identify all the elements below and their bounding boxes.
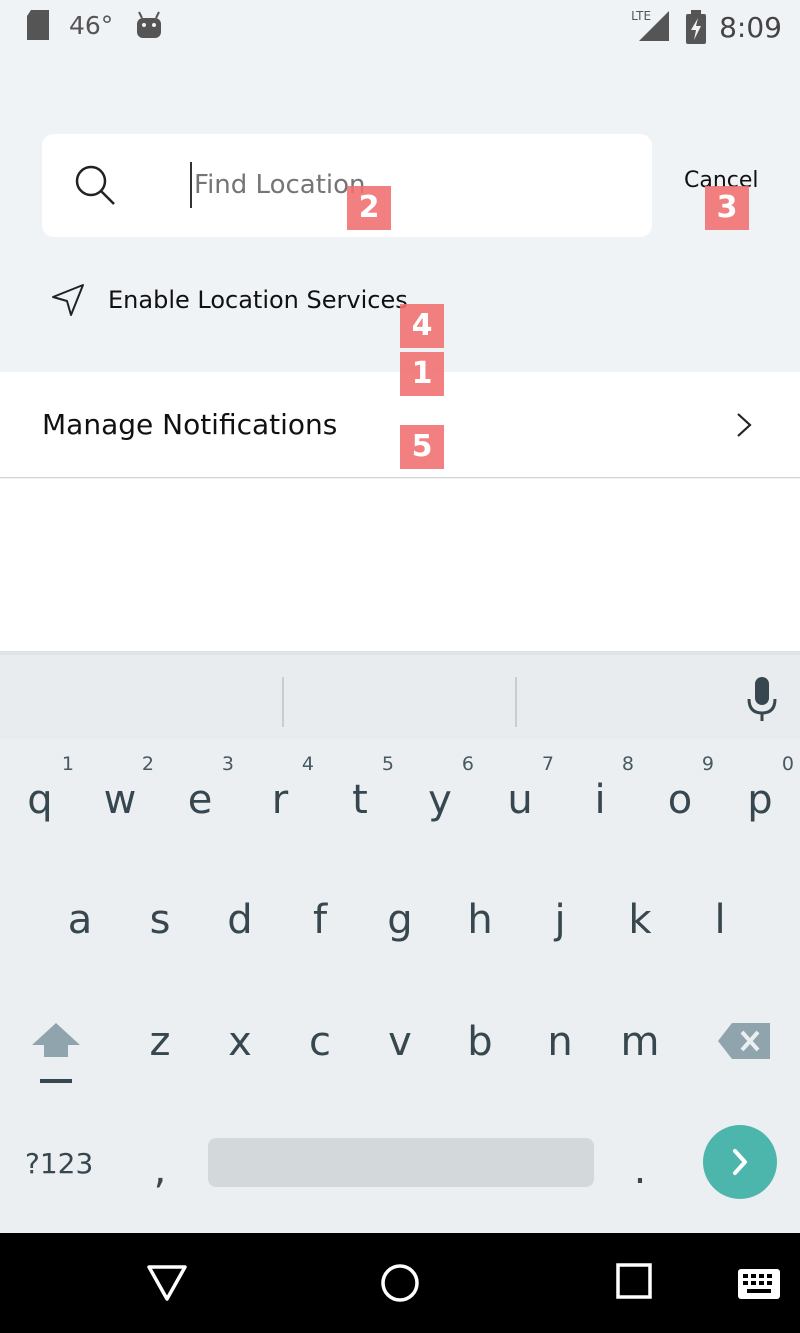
keyboard: 1q 2w 3e 4r 5t 6y 7u 8i 9o 0p a s d f g … bbox=[0, 739, 800, 1233]
key-label: o bbox=[667, 777, 693, 823]
temperature: 46° bbox=[69, 10, 114, 40]
clock: 8:09 bbox=[719, 10, 782, 44]
sd-card-icon bbox=[27, 10, 49, 40]
key-i[interactable]: 8i bbox=[560, 753, 640, 823]
key-hint: 7 bbox=[541, 753, 554, 775]
key-w[interactable]: 2w bbox=[80, 753, 160, 823]
key-label: i bbox=[594, 777, 606, 823]
search-icon bbox=[75, 165, 115, 205]
key-f[interactable]: f bbox=[280, 897, 360, 943]
chevron-right-icon bbox=[737, 413, 752, 437]
manage-notifications-label: Manage Notifications bbox=[42, 408, 338, 441]
enable-location-services-label: Enable Location Services bbox=[108, 286, 408, 314]
key-hint: 3 bbox=[221, 753, 234, 775]
keyboard-suggestion-strip bbox=[0, 651, 800, 739]
content-area bbox=[0, 479, 800, 651]
key-p[interactable]: 0p bbox=[720, 753, 800, 823]
go-button[interactable] bbox=[703, 1125, 777, 1199]
home-icon[interactable] bbox=[380, 1263, 420, 1303]
battery-charging-icon bbox=[686, 10, 707, 44]
key-hint: 4 bbox=[301, 753, 314, 775]
key-hint: 9 bbox=[701, 753, 714, 775]
enable-location-services-row[interactable]: Enable Location Services bbox=[50, 282, 408, 318]
shift-icon[interactable] bbox=[30, 1021, 82, 1085]
key-comma[interactable]: , bbox=[120, 1147, 200, 1193]
key-y[interactable]: 6y bbox=[400, 753, 480, 823]
key-x[interactable]: x bbox=[200, 1019, 280, 1065]
key-label: r bbox=[271, 777, 289, 823]
suggestion-divider bbox=[282, 677, 284, 727]
suggestion-divider bbox=[515, 677, 517, 727]
key-s[interactable]: s bbox=[120, 897, 200, 943]
key-h[interactable]: h bbox=[440, 897, 520, 943]
key-z[interactable]: z bbox=[120, 1019, 200, 1065]
navigation-bar bbox=[0, 1233, 800, 1333]
marker-1: 1 bbox=[400, 352, 444, 396]
spacebar[interactable] bbox=[208, 1138, 594, 1187]
microphone-icon[interactable] bbox=[745, 677, 779, 723]
key-l[interactable]: l bbox=[680, 897, 760, 943]
marker-5: 5 bbox=[400, 425, 444, 469]
recents-icon[interactable] bbox=[616, 1263, 652, 1299]
key-label: p bbox=[747, 777, 773, 823]
key-o[interactable]: 9o bbox=[640, 753, 720, 823]
marker-3: 3 bbox=[705, 186, 749, 230]
key-k[interactable]: k bbox=[600, 897, 680, 943]
key-label: q bbox=[27, 777, 53, 823]
key-t[interactable]: 5t bbox=[320, 753, 400, 823]
key-j[interactable]: j bbox=[520, 897, 600, 943]
key-label: y bbox=[428, 777, 452, 823]
key-n[interactable]: n bbox=[520, 1019, 600, 1065]
key-g[interactable]: g bbox=[360, 897, 440, 943]
marker-4: 4 bbox=[400, 304, 444, 348]
back-icon[interactable] bbox=[146, 1263, 188, 1303]
key-hint: 5 bbox=[381, 753, 394, 775]
chevron-right-icon bbox=[733, 1149, 747, 1175]
key-r[interactable]: 4r bbox=[240, 753, 320, 823]
key-q[interactable]: 1q bbox=[0, 753, 80, 823]
key-hint: 8 bbox=[621, 753, 634, 775]
key-label: e bbox=[187, 777, 213, 823]
key-hint: 0 bbox=[781, 753, 794, 775]
network-type: LTE bbox=[631, 9, 652, 23]
key-hint: 1 bbox=[61, 753, 74, 775]
key-period[interactable]: . bbox=[600, 1147, 680, 1193]
key-v[interactable]: v bbox=[360, 1019, 440, 1065]
key-a[interactable]: a bbox=[40, 897, 120, 943]
status-left: 46° bbox=[25, 10, 163, 40]
marker-2: 2 bbox=[347, 186, 391, 230]
key-hint: 2 bbox=[141, 753, 154, 775]
backspace-icon[interactable] bbox=[718, 1023, 770, 1059]
key-d[interactable]: d bbox=[200, 897, 280, 943]
status-right: LTE 8:09 bbox=[631, 9, 782, 44]
key-hint: 6 bbox=[461, 753, 474, 775]
key-b[interactable]: b bbox=[440, 1019, 520, 1065]
key-u[interactable]: 7u bbox=[480, 753, 560, 823]
key-label: t bbox=[352, 777, 368, 823]
android-icon bbox=[137, 11, 162, 38]
symbols-key[interactable]: ?123 bbox=[25, 1147, 93, 1180]
key-e[interactable]: 3e bbox=[160, 753, 240, 823]
key-c[interactable]: c bbox=[280, 1019, 360, 1065]
keyboard-switch-icon[interactable] bbox=[738, 1269, 780, 1299]
find-location-input[interactable] bbox=[190, 162, 630, 208]
key-m[interactable]: m bbox=[600, 1019, 680, 1065]
key-label: u bbox=[507, 777, 533, 823]
key-label: w bbox=[103, 777, 137, 823]
navigation-arrow-icon bbox=[52, 284, 84, 316]
status-bar: 46° LTE 8:09 bbox=[0, 0, 800, 52]
lte-signal-icon: LTE bbox=[631, 9, 671, 43]
